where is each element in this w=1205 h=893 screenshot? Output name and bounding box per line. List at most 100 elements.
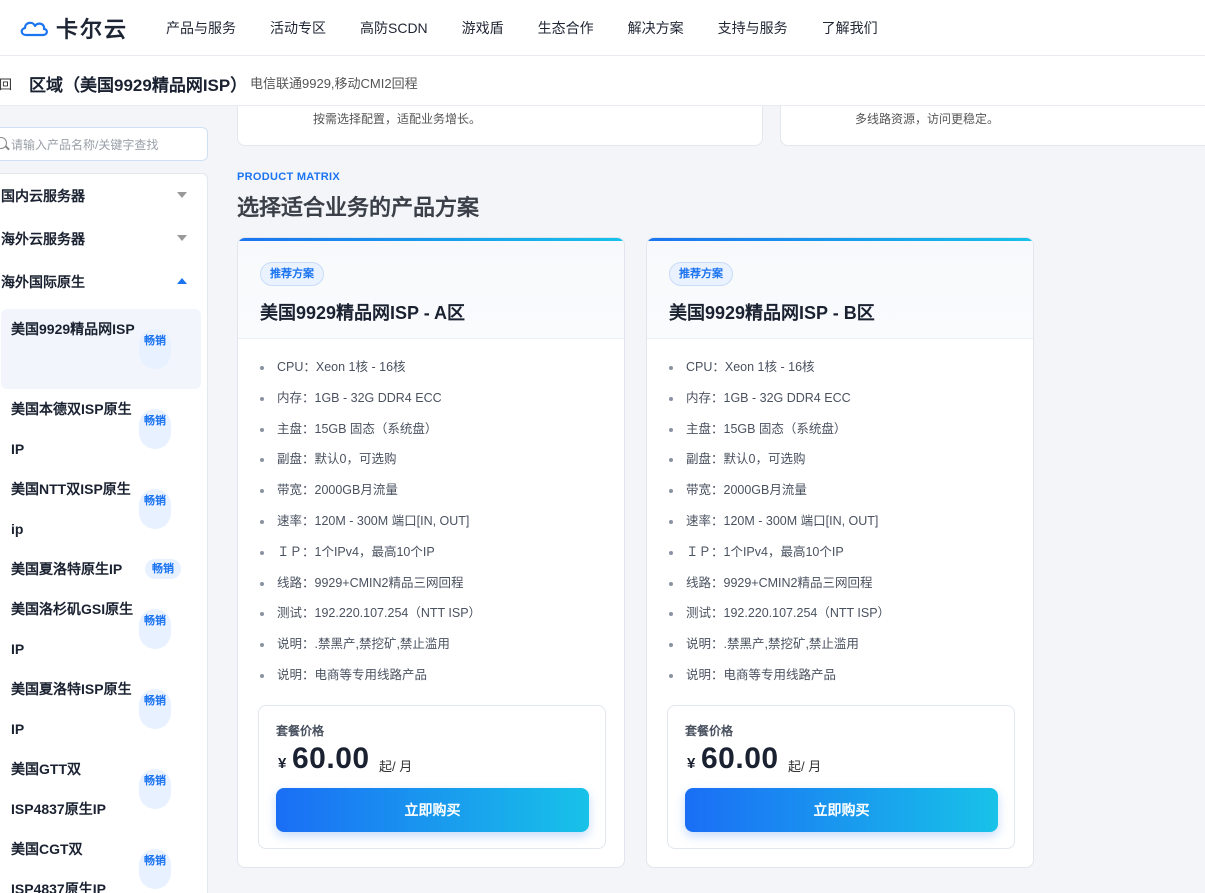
brand-name: 卡尔云 <box>56 17 129 42</box>
card-header: 推荐方案 美国9929精品网ISP - B区 <box>647 241 1033 339</box>
nav-item-scdn[interactable]: 高防SCDN <box>360 18 428 38</box>
price-box: 套餐价格 ¥ 60.00 起/ 月 立即购买 <box>258 705 606 849</box>
section-title: 选择适合业务的产品方案 <box>237 195 480 220</box>
category-label: 海外云服务器 <box>1 230 85 247</box>
price-label: 套餐价格 <box>685 724 734 738</box>
nav-item-support[interactable]: 支持与服务 <box>718 18 788 38</box>
price-label: 套餐价格 <box>276 724 325 738</box>
spec-data-disk: 副盘：默认0，可选购 <box>260 444 481 475</box>
plan-card-a: 推荐方案 美国9929精品网ISP - A区 CPU：Xeon 1核 - 16核… <box>237 237 625 868</box>
category-label: 国内云服务器 <box>1 187 85 204</box>
price-unit: 起/ 月 <box>379 759 413 774</box>
hot-badge: 畅销 <box>139 329 171 369</box>
spec-memory: 内存：1GB - 32G DDR4 ECC <box>669 383 890 414</box>
feature-card-text: 多线路资源，访问更稳定。 <box>855 112 1000 126</box>
plan-card-b: 推荐方案 美国9929精品网ISP - B区 CPU：Xeon 1核 - 16核… <box>646 237 1034 868</box>
spec-cpu: CPU：Xeon 1核 - 16核 <box>669 352 890 383</box>
sidebar-item-label: 美国夏洛特ISP原生IP <box>11 681 132 737</box>
price-amount: 60.00 <box>701 742 779 775</box>
category-label: 海外国际原生 <box>1 273 85 290</box>
top-nav: 卡尔云 产品与服务 活动专区 高防SCDN 游戏盾 生态合作 解决方案 支持与服… <box>0 0 1205 56</box>
sidebar-item-label: 美国本德双ISP原生IP <box>11 401 132 457</box>
sidebar-item-label: 美国CGT双ISP4837原生IP <box>11 841 106 893</box>
chevron-down-icon <box>177 192 187 198</box>
main-menu: 产品与服务 活动专区 高防SCDN 游戏盾 生态合作 解决方案 支持与服务 了解… <box>166 0 912 56</box>
nav-item-about[interactable]: 了解我们 <box>822 18 878 38</box>
logo[interactable]: 卡尔云 <box>18 12 128 44</box>
price-box: 套餐价格 ¥ 60.00 起/ 月 立即购买 <box>667 705 1015 849</box>
spec-bandwidth: 带宽：2000GB月流量 <box>260 475 481 506</box>
category-overseas-native[interactable]: 海外国际原生 <box>1 260 201 303</box>
search-icon <box>0 137 7 149</box>
hot-badge: 畅销 <box>139 409 171 449</box>
recommend-badge: 推荐方案 <box>260 262 324 286</box>
spec-note: 说明：.禁黑产,禁挖矿,禁止滥用 <box>260 629 481 660</box>
sidebar-item-us-9929[interactable]: 美国9929精品网ISP 畅销 <box>1 309 201 389</box>
category-overseas-cloud[interactable]: 海外云服务器 <box>1 217 201 260</box>
spec-speed: 速率：120M - 300M 端口[IN, OUT] <box>260 506 481 537</box>
nav-item-game-shield[interactable]: 游戏盾 <box>462 18 504 38</box>
cloud-logo-icon <box>20 21 48 37</box>
nav-item-events[interactable]: 活动专区 <box>270 18 326 38</box>
sidebar-item-label: 美国GTT双ISP4837原生IP <box>11 761 106 817</box>
feature-card-text: 按需选择配置，适配业务增长。 <box>313 112 482 126</box>
back-link[interactable]: 返回 <box>0 74 12 93</box>
spec-system-disk: 主盘：15GB 固态（系统盘） <box>669 414 890 445</box>
sidebar-item-us-cgt[interactable]: 美国CGT双ISP4837原生IP 畅销 <box>1 829 201 893</box>
spec-data-disk: 副盘：默认0，可选购 <box>669 444 890 475</box>
spec-list: CPU：Xeon 1核 - 16核 内存：1GB - 32G DDR4 ECC … <box>669 352 890 691</box>
spec-route: 线路：9929+CMIN2精品三网回程 <box>669 568 890 599</box>
spec-list: CPU：Xeon 1核 - 16核 内存：1GB - 32G DDR4 ECC … <box>260 352 481 691</box>
feature-card: 按需选择配置，适配业务增长。 <box>237 106 763 146</box>
sidebar: 国内云服务器 海外云服务器 海外国际原生 美国9929精品网ISP 畅销 美国本… <box>0 106 220 893</box>
nav-item-ecosystem[interactable]: 生态合作 <box>538 18 594 38</box>
category-domestic-cloud[interactable]: 国内云服务器 <box>1 174 201 217</box>
currency-symbol: ¥ <box>278 755 287 772</box>
sidebar-item-us-charlotte-isp[interactable]: 美国夏洛特ISP原生IP 畅销 <box>1 669 201 749</box>
hot-badge: 畅销 <box>139 849 171 889</box>
recommend-badge: 推荐方案 <box>669 262 733 286</box>
sidebar-item-label: 美国洛杉矶GSI原生IP <box>11 601 134 657</box>
hot-badge: 畅销 <box>139 689 171 729</box>
section-eyebrow: PRODUCT MATRIX <box>237 171 340 183</box>
sidebar-item-us-bend[interactable]: 美国本德双ISP原生IP 畅销 <box>1 389 201 469</box>
spec-test-ip: 测试：192.220.107.254（NTT ISP） <box>260 598 481 629</box>
price-unit: 起/ 月 <box>788 759 822 774</box>
sidebar-item-us-la-gsi[interactable]: 美国洛杉矶GSI原生IP 畅销 <box>1 589 201 669</box>
nav-item-solutions[interactable]: 解决方案 <box>628 18 684 38</box>
sidebar-item-us-gtt[interactable]: 美国GTT双ISP4837原生IP 畅销 <box>1 749 201 829</box>
spec-test-ip: 测试：192.220.107.254（NTT ISP） <box>669 598 890 629</box>
sidebar-item-us-ntt[interactable]: 美国NTT双ISP原生ip 畅销 <box>1 469 201 549</box>
nav-item-products[interactable]: 产品与服务 <box>166 18 236 38</box>
spec-route: 线路：9929+CMIN2精品三网回程 <box>260 568 481 599</box>
feature-card: 多线路资源，访问更稳定。 <box>780 106 1205 146</box>
sidebar-item-label: 美国NTT双ISP原生ip <box>11 481 131 537</box>
card-header: 推荐方案 美国9929精品网ISP - A区 <box>238 241 624 339</box>
sidebar-item-us-charlotte[interactable]: 美国夏洛特原生IP 畅销 <box>1 549 201 589</box>
search-box <box>0 127 208 161</box>
hot-badge: 畅销 <box>139 489 171 529</box>
region-title: 区域（美国9929精品网ISP） <box>29 76 248 95</box>
buy-now-button[interactable]: 立即购买 <box>276 788 589 832</box>
sidebar-item-label: 美国9929精品网ISP <box>11 321 135 337</box>
spec-bandwidth: 带宽：2000GB月流量 <box>669 475 890 506</box>
chevron-up-icon <box>177 278 187 284</box>
currency-symbol: ¥ <box>687 755 696 772</box>
spec-memory: 内存：1GB - 32G DDR4 ECC <box>260 383 481 414</box>
plan-title: 美国9929精品网ISP - B区 <box>669 303 875 323</box>
search-input[interactable] <box>11 135 201 155</box>
spec-ip: ＩＰ：1个IPv4，最高10个IP <box>669 537 890 568</box>
spec-note: 说明：.禁黑产,禁挖矿,禁止滥用 <box>669 629 890 660</box>
spec-speed: 速率：120M - 300M 端口[IN, OUT] <box>669 506 890 537</box>
spec-system-disk: 主盘：15GB 固态（系统盘） <box>260 414 481 445</box>
spec-note: 说明：电商等专用线路产品 <box>260 660 481 691</box>
hot-badge: 畅销 <box>145 559 181 579</box>
hot-badge: 畅销 <box>139 769 171 809</box>
sidebar-item-label: 美国夏洛特原生IP <box>11 561 123 577</box>
plan-title: 美国9929精品网ISP - A区 <box>260 303 466 323</box>
buy-now-button[interactable]: 立即购买 <box>685 788 998 832</box>
spec-ip: ＩＰ：1个IPv4，最高10个IP <box>260 537 481 568</box>
spec-cpu: CPU：Xeon 1核 - 16核 <box>260 352 481 383</box>
chevron-down-icon <box>177 235 187 241</box>
spec-note: 说明：电商等专用线路产品 <box>669 660 890 691</box>
